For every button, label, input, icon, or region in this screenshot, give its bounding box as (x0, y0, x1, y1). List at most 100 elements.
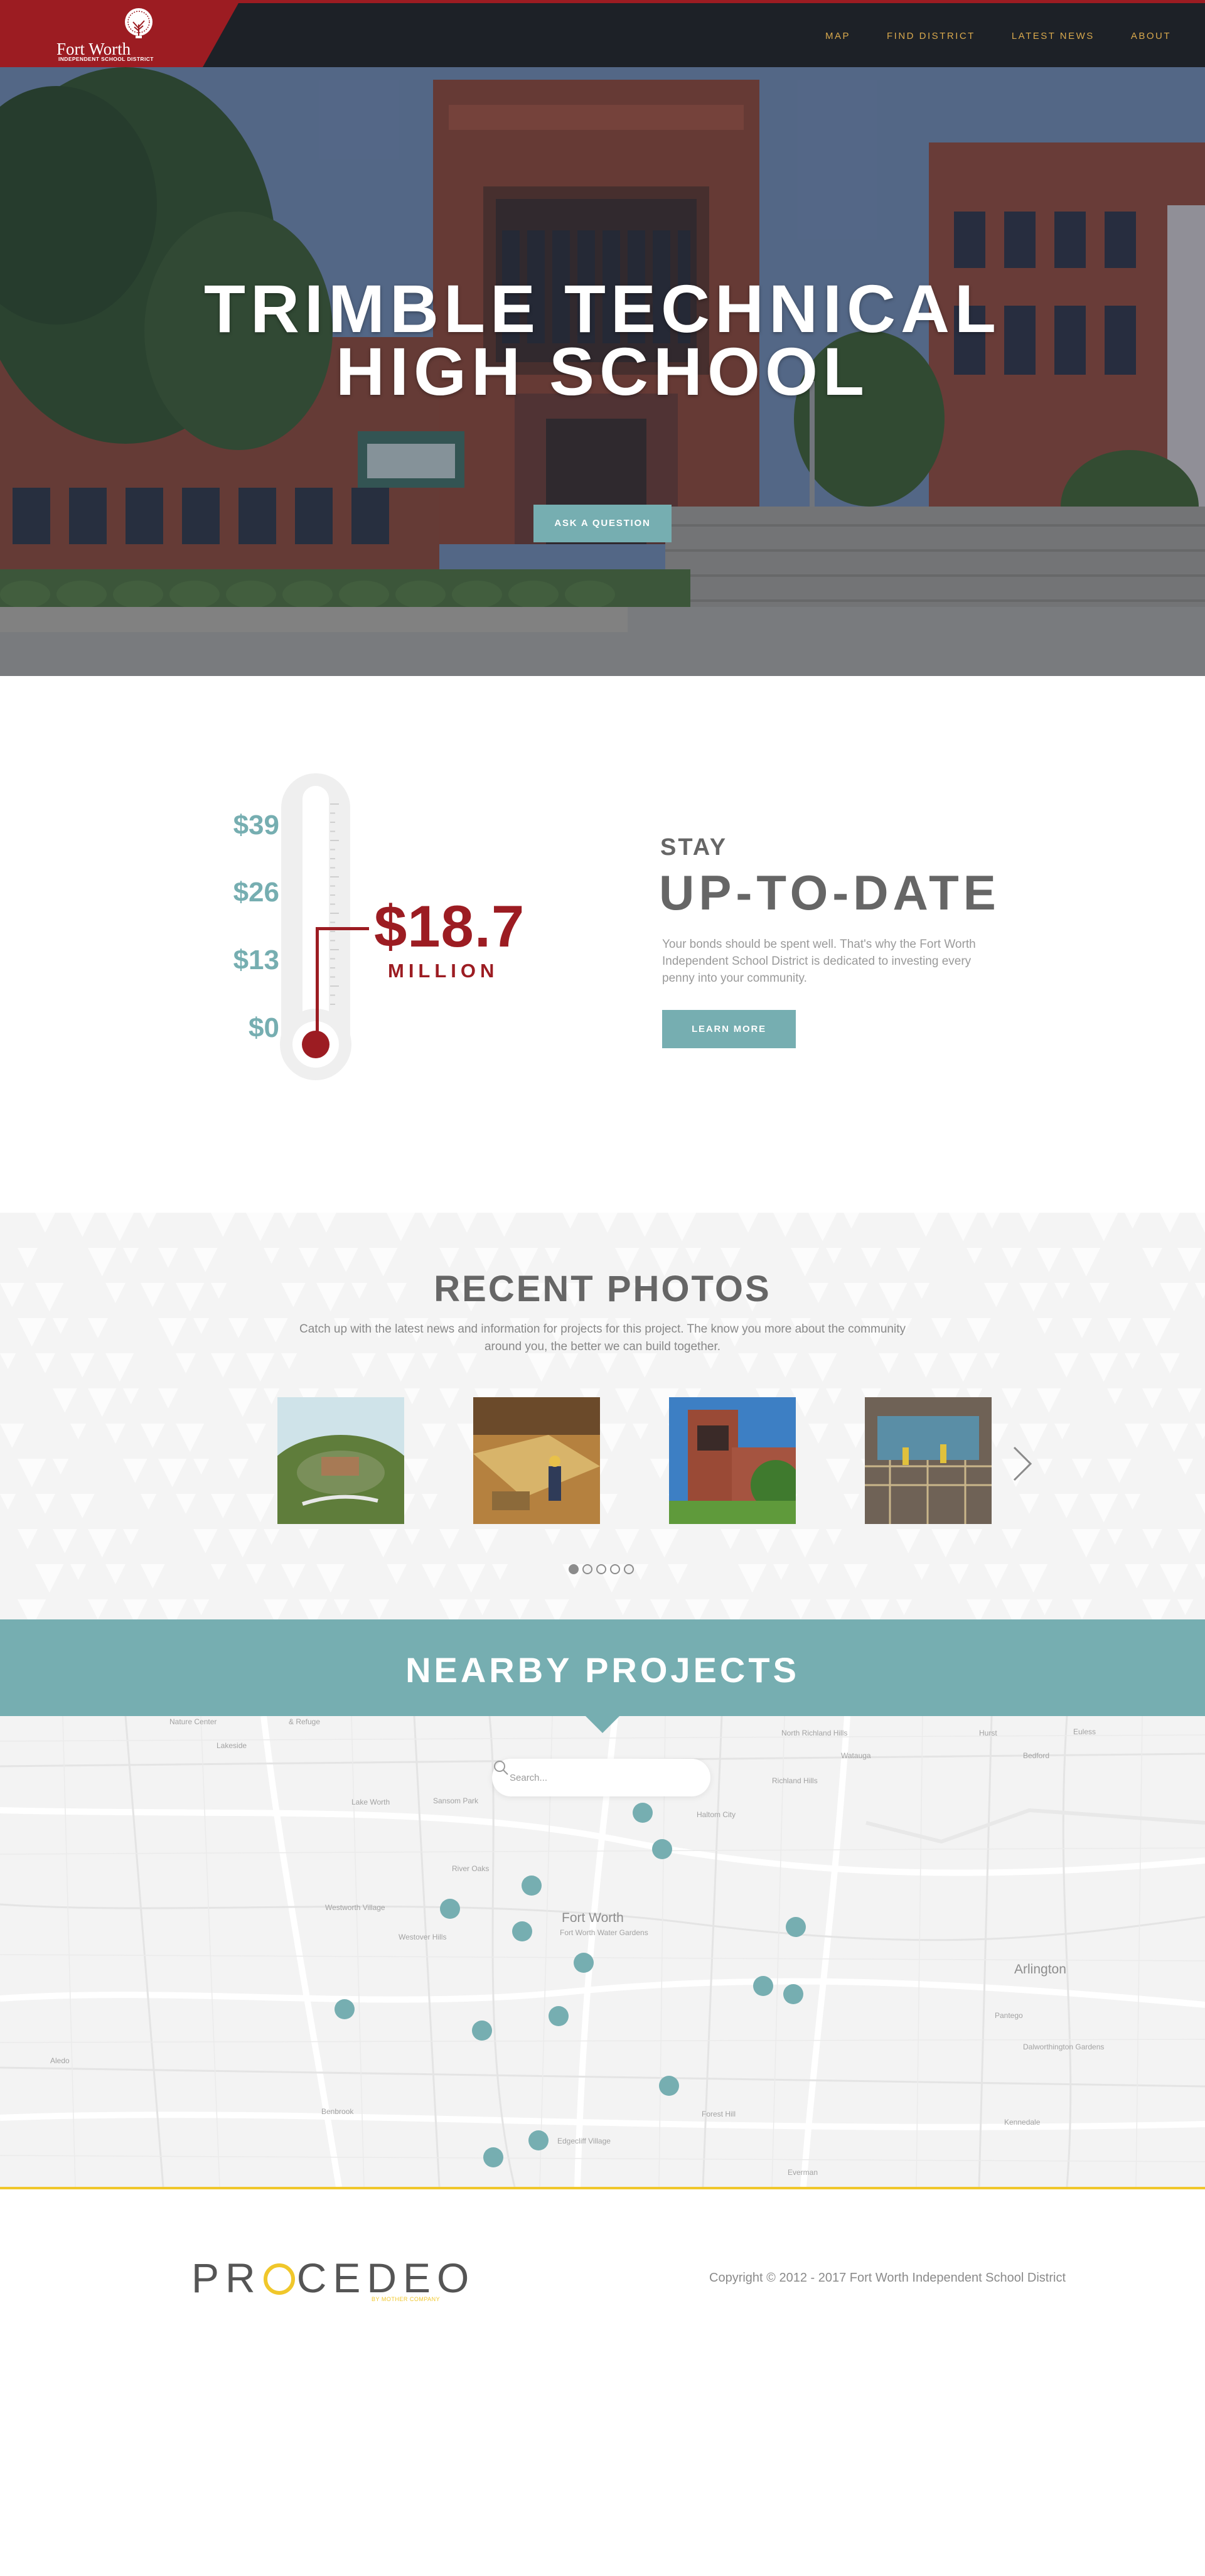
map-label: Sansom Park (433, 1796, 479, 1805)
search-icon[interactable] (492, 1759, 510, 1776)
pattern-triangle (334, 1599, 350, 1616)
pattern-triangle (123, 1529, 139, 1545)
pattern-triangle (1160, 1353, 1180, 1373)
pattern-triangle (1177, 1529, 1202, 1554)
map-label: River Oaks (452, 1864, 490, 1873)
map-search-input[interactable] (510, 1770, 673, 1785)
pattern-triangle (246, 1213, 275, 1242)
pattern-triangle (1142, 1599, 1171, 1619)
pattern-triangle (0, 1353, 16, 1370)
learn-more-button[interactable]: LEARN MORE (662, 1010, 796, 1048)
nav-map[interactable]: MAP (825, 31, 850, 41)
project-map-pin[interactable] (472, 2021, 492, 2041)
project-map-pin[interactable] (783, 1984, 803, 2004)
map-label: Forest Hill (702, 2110, 736, 2118)
photo-thumbnail-workers[interactable] (473, 1397, 600, 1524)
pattern-triangle (1037, 1388, 1061, 1413)
pattern-triangle (844, 1494, 860, 1510)
map-label: Euless (1073, 1727, 1096, 1736)
chevron-right-icon[interactable] (1009, 1445, 1034, 1483)
ask-question-button[interactable]: ASK A QUESTION (533, 505, 672, 542)
pattern-triangle (141, 1564, 165, 1589)
carousel-dot-3[interactable] (596, 1564, 606, 1574)
pattern-triangle (844, 1564, 868, 1589)
pattern-triangle (826, 1388, 842, 1405)
project-map-pin[interactable] (522, 1876, 542, 1896)
pattern-triangle (158, 1248, 178, 1268)
pattern-triangle (949, 1353, 978, 1382)
pattern-triangle (158, 1459, 187, 1488)
pattern-triangle (387, 1353, 415, 1382)
pattern-triangle (1054, 1353, 1079, 1378)
page-title: TRIMBLE TECHNICAL HIGH SCHOOL (0, 275, 1205, 405)
map-label: Edgecliff Village (557, 2137, 611, 2145)
pattern-triangle (1037, 1599, 1053, 1616)
pattern-triangle (211, 1494, 235, 1518)
nav-about[interactable]: ABOUT (1131, 31, 1171, 41)
pattern-triangle (492, 1564, 508, 1580)
scale-label-lower: $13 (233, 945, 279, 975)
school-building-photo (669, 1397, 796, 1524)
section-description: Your bonds should be spent well. That's … (662, 938, 976, 985)
pattern-triangle (422, 1564, 446, 1589)
project-map-pin[interactable] (753, 1976, 773, 1996)
project-map-pin[interactable] (512, 1921, 532, 1941)
hero-banner: TRIMBLE TECHNICAL HIGH SCHOOL ASK A QUES… (0, 67, 1205, 676)
section-title: NEARBY PROJECTS (405, 1650, 800, 1690)
map-label: Benbrook (321, 2107, 354, 2116)
brand-left: PR (191, 2255, 262, 2301)
project-map-pin[interactable] (574, 1953, 594, 1973)
pattern-triangle (931, 1529, 960, 1558)
map-label: & Refuge (289, 1717, 321, 1726)
pattern-triangle (1090, 1494, 1118, 1523)
pattern-triangle (88, 1388, 117, 1417)
pattern-triangle (1019, 1564, 1048, 1593)
pattern-triangle (615, 1388, 640, 1413)
pattern-triangle (562, 1213, 579, 1229)
pattern-triangle (1195, 1424, 1205, 1440)
photo-thumbnail-building[interactable] (669, 1397, 796, 1524)
nav-latest-news[interactable]: LATEST NEWS (1012, 31, 1095, 41)
fort-worth-isd-logo[interactable]: Fort Worth INDEPENDENT SCHOOL DISTRICT (0, 3, 238, 67)
project-map-pin[interactable] (659, 2076, 679, 2096)
pattern-triangle (35, 1564, 64, 1593)
project-map-pin[interactable] (633, 1803, 653, 1823)
carousel-dot-1[interactable] (569, 1564, 579, 1574)
projects-map[interactable]: & Refuge Lakeside Lake Worth Sansom Park… (0, 1716, 1205, 2187)
project-map-pin[interactable] (440, 1899, 460, 1919)
section-description: Catch up with the latest news and inform… (299, 1323, 906, 1353)
project-map-pin[interactable] (652, 1839, 672, 1859)
pattern-triangle (492, 1213, 517, 1237)
project-map-pin[interactable] (528, 2130, 549, 2150)
pattern-triangle (457, 1353, 477, 1373)
funding-amount: $18.7 (374, 893, 525, 959)
pattern-triangle (1037, 1459, 1053, 1475)
photo-thumbnail-site[interactable] (865, 1397, 992, 1524)
main-nav: MAP FIND DISTRICT LATEST NEWS ABOUT (825, 31, 1171, 41)
pattern-triangle (597, 1213, 618, 1233)
pattern-triangle (246, 1494, 275, 1523)
pattern-triangle (914, 1353, 938, 1378)
carousel-dot-4[interactable] (610, 1564, 620, 1574)
pattern-triangle (141, 1424, 165, 1448)
project-map-pin[interactable] (483, 2147, 503, 2167)
pattern-triangle (0, 1494, 16, 1510)
pattern-triangle (1160, 1564, 1189, 1593)
map-label: Westover Hills (399, 1933, 447, 1941)
project-map-pin[interactable] (335, 1999, 355, 2019)
section-kicker: STAY (660, 834, 728, 861)
pattern-triangle (158, 1599, 187, 1619)
pattern-triangle (808, 1213, 837, 1242)
project-map-pin[interactable] (786, 1917, 806, 1937)
project-map-pin[interactable] (549, 2006, 569, 2026)
nav-find-district[interactable]: FIND DISTRICT (887, 31, 975, 41)
carousel-dot-5[interactable] (624, 1564, 634, 1574)
pattern-triangle (1195, 1494, 1205, 1515)
brand-o-icon (263, 2263, 295, 2295)
pattern-triangle (1054, 1494, 1079, 1518)
procedeo-logo[interactable]: PR CEDEO (191, 2254, 475, 2302)
photo-thumbnail-aerial[interactable] (277, 1397, 404, 1524)
map-label: Dalworthington Gardens (1023, 2042, 1105, 2051)
pattern-triangle (70, 1564, 87, 1580)
carousel-dot-2[interactable] (582, 1564, 592, 1574)
